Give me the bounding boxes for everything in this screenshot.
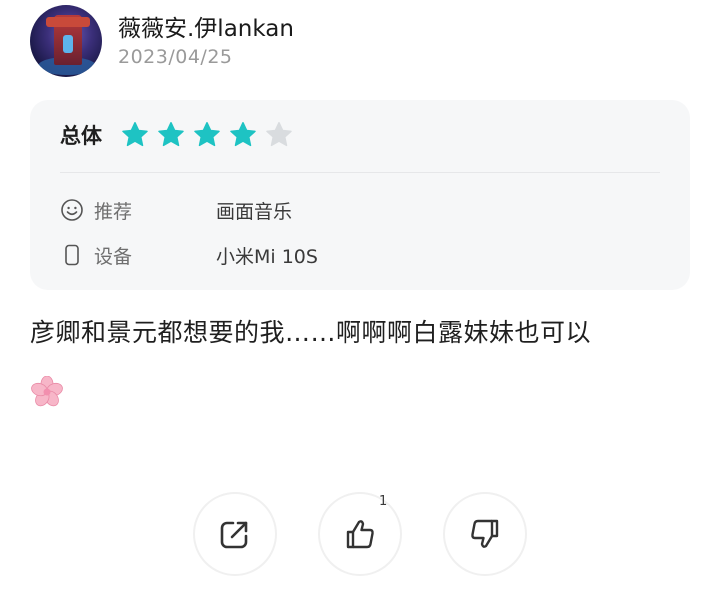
- rating-card: 总体 推荐 画面音乐 设备 小米Mi 10S: [30, 100, 690, 290]
- smiley-icon: [60, 198, 84, 222]
- thumbs-up-icon: [346, 520, 374, 549]
- like-count: 1: [379, 494, 388, 509]
- like-button[interactable]: [318, 492, 402, 576]
- star-filled-icon: [230, 122, 256, 147]
- user-info: 薇薇安.伊lankan 2023/04/25: [118, 14, 294, 68]
- star-filled-icon: [122, 122, 148, 147]
- share-icon: [220, 521, 248, 549]
- review-date: 2023/04/25: [118, 46, 233, 68]
- star-empty-icon: [266, 122, 292, 147]
- detail-key: 设备: [94, 245, 133, 268]
- overall-rating: 总体: [60, 120, 294, 150]
- thumbs-down-icon: [471, 519, 499, 548]
- overall-label: 总体: [60, 124, 102, 148]
- detail-row-recommend: 推荐 画面音乐: [60, 195, 292, 225]
- cherry-blossom-icon: [31, 375, 63, 408]
- detail-value: 小米Mi 10S: [216, 245, 318, 268]
- star-filled-icon: [194, 122, 220, 147]
- review-text: 彦卿和景元都想要的我……啊啊啊白露妹妹也可以: [30, 318, 592, 347]
- divider: [60, 172, 660, 173]
- username[interactable]: 薇薇安.伊lankan: [118, 14, 294, 44]
- dislike-button[interactable]: [443, 492, 527, 576]
- detail-key: 推荐: [94, 200, 133, 223]
- avatar[interactable]: [30, 5, 102, 77]
- star-filled-icon: [158, 122, 184, 147]
- detail-value: 画面音乐: [216, 200, 293, 223]
- share-button[interactable]: [193, 492, 277, 576]
- action-bar: [0, 492, 720, 580]
- detail-row-device: 设备 小米Mi 10S: [60, 240, 318, 270]
- phone-icon: [60, 243, 84, 267]
- star-rating: [120, 120, 294, 150]
- review-header: 薇薇安.伊lankan 2023/04/25: [30, 4, 294, 78]
